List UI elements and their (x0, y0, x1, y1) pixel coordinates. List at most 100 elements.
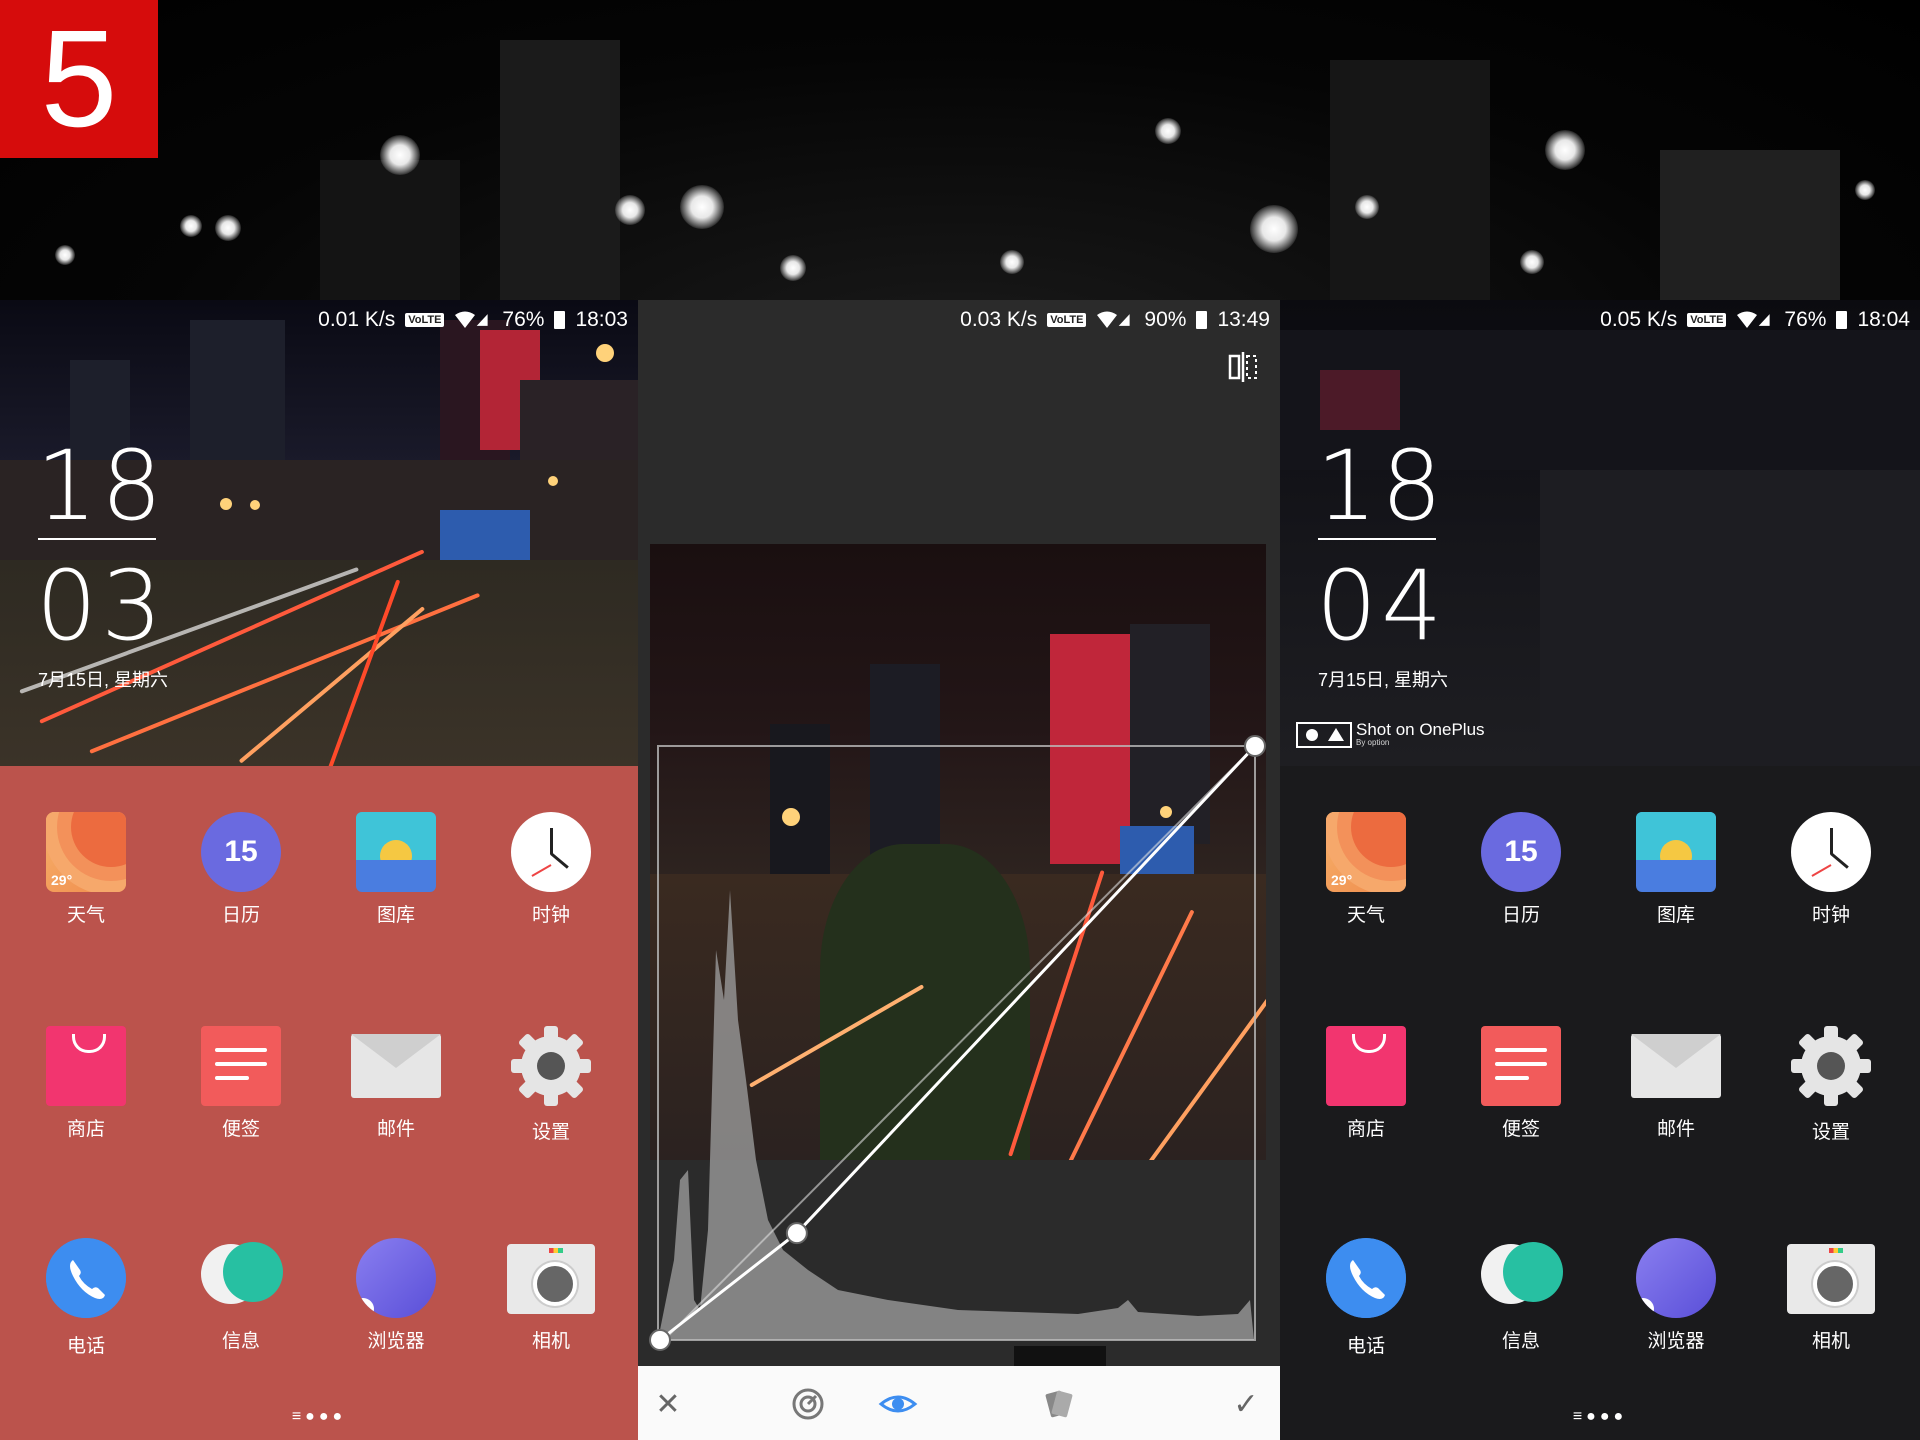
app-weather[interactable]: 29° 天气 (26, 812, 146, 927)
building-silhouette (1330, 60, 1490, 300)
app-label: 便签 (1501, 1119, 1540, 1140)
wifi-icon (1097, 311, 1118, 328)
clock-icon (511, 812, 591, 892)
bokeh-light (180, 215, 202, 237)
app-label: 日历 (1501, 905, 1540, 926)
app-label: 电话 (66, 1336, 105, 1357)
battery-icon (1836, 311, 1848, 329)
gallery-icon (356, 812, 436, 892)
building-silhouette (320, 160, 460, 300)
app-phone[interactable]: 电话 (1306, 1238, 1426, 1358)
app-camera[interactable]: 相机 (491, 1238, 611, 1353)
clock-hour: 18 (36, 430, 167, 542)
apply-button[interactable]: ✓ (1226, 1384, 1266, 1424)
weather-icon: 29° (1326, 812, 1406, 892)
status-bar: 0.05 K/s VoLTE 76% 18:04 (1280, 300, 1920, 340)
app-label: 图库 (1656, 905, 1695, 926)
bokeh-light (215, 215, 241, 241)
clock-divider (38, 538, 156, 540)
browser-icon (356, 1238, 436, 1318)
app-settings[interactable]: 设置 (491, 1024, 611, 1144)
street-light (596, 344, 614, 362)
app-label: 浏览器 (1647, 1331, 1705, 1352)
app-label: 时钟 (1811, 905, 1850, 926)
bokeh-light (1155, 118, 1181, 144)
app-label: 邮件 (1656, 1119, 1695, 1140)
app-clock[interactable]: 时钟 (1771, 812, 1891, 927)
cancel-button[interactable]: ✕ (648, 1384, 688, 1424)
volte-icon: VoLTE (1687, 313, 1727, 327)
phone-icon (1326, 1238, 1406, 1318)
app-gallery[interactable]: 图库 (1616, 812, 1736, 927)
network-speed: 0.01 K/s (318, 308, 396, 331)
app-weather[interactable]: 29° 天气 (1306, 812, 1426, 927)
app-messages[interactable]: 信息 (1461, 1238, 1581, 1353)
street-light (220, 498, 232, 510)
app-messages[interactable]: 信息 (181, 1238, 301, 1353)
battery-percent: 76% (1784, 308, 1827, 331)
road (1540, 470, 1920, 766)
curves-editor[interactable] (638, 300, 1280, 1366)
cell-signal-icon (477, 314, 489, 326)
eye-icon[interactable] (878, 1384, 918, 1424)
app-calendar[interactable]: 15 日历 (1461, 812, 1581, 927)
auto-adjust-icon[interactable] (788, 1384, 828, 1424)
home-screen-dark: 0.05 K/s VoLTE 76% 18:04 18 04 7月15日, 星期… (1280, 300, 1920, 1440)
app-label: 设置 (1811, 1122, 1850, 1143)
app-notes[interactable]: 便签 (181, 1026, 301, 1141)
app-store[interactable]: 商店 (1306, 1026, 1426, 1141)
battery-percent: 76% (502, 308, 545, 331)
app-settings[interactable]: 设置 (1771, 1024, 1891, 1144)
status-bar: 0.03 K/s VoLTE 90% 13:49 (638, 300, 1280, 340)
app-phone[interactable]: 电话 (26, 1238, 146, 1358)
app-mail[interactable]: 邮件 (1616, 1026, 1736, 1141)
battery-icon (1196, 311, 1208, 329)
app-label: 商店 (66, 1119, 105, 1140)
settings-icon (1791, 1026, 1871, 1106)
app-mail[interactable]: 邮件 (336, 1026, 456, 1141)
status-bar: 0.01 K/s VoLTE 76% 18:03 (0, 300, 638, 340)
app-label: 信息 (1501, 1331, 1540, 1352)
clock-minute: 03 (36, 550, 167, 662)
app-browser[interactable]: 浏览器 (336, 1238, 456, 1353)
store-icon (46, 1026, 126, 1106)
page-indicator[interactable]: ≡●●● (1280, 1408, 1920, 1426)
cell-signal-icon (1119, 314, 1131, 326)
volte-icon: VoLTE (405, 313, 445, 327)
app-calendar[interactable]: 15 日历 (181, 812, 301, 927)
app-browser[interactable]: 浏览器 (1616, 1238, 1736, 1353)
app-label: 图库 (376, 905, 415, 926)
app-notes[interactable]: 便签 (1461, 1026, 1581, 1141)
app-gallery[interactable]: 图库 (336, 812, 456, 927)
wifi-icon (455, 311, 476, 328)
phone-icon (46, 1238, 126, 1318)
camera-icon (507, 1244, 595, 1314)
status-time: 13:49 (1217, 308, 1270, 331)
bokeh-light (615, 195, 645, 225)
app-label: 相机 (531, 1331, 570, 1352)
messages-icon (1481, 1238, 1563, 1318)
page-indicator[interactable]: ≡●●● (0, 1408, 638, 1426)
app-label: 商店 (1346, 1119, 1385, 1140)
app-label: 电话 (1346, 1336, 1385, 1357)
volte-icon: VoLTE (1047, 313, 1087, 327)
neon-sign (1320, 370, 1400, 430)
app-clock[interactable]: 时钟 (491, 812, 611, 927)
app-camera[interactable]: 相机 (1771, 1238, 1891, 1353)
curve-control-point[interactable] (1244, 735, 1266, 757)
app-label: 设置 (531, 1122, 570, 1143)
presets-icon[interactable] (1038, 1384, 1078, 1424)
camera-icon (1787, 1244, 1875, 1314)
app-label: 天气 (1346, 905, 1385, 926)
calendar-icon: 15 (201, 812, 281, 892)
settings-icon (511, 1026, 591, 1106)
app-store[interactable]: 商店 (26, 1026, 146, 1141)
notes-icon (201, 1026, 281, 1106)
road-sign (440, 510, 530, 566)
curve-control-point[interactable] (649, 1329, 671, 1351)
curve-control-point[interactable] (785, 1222, 808, 1245)
bokeh-light (1520, 250, 1544, 274)
notes-icon (1481, 1026, 1561, 1106)
editor-toolbar: ✕ ✓ (638, 1346, 1280, 1440)
app-label: 天气 (66, 905, 105, 926)
